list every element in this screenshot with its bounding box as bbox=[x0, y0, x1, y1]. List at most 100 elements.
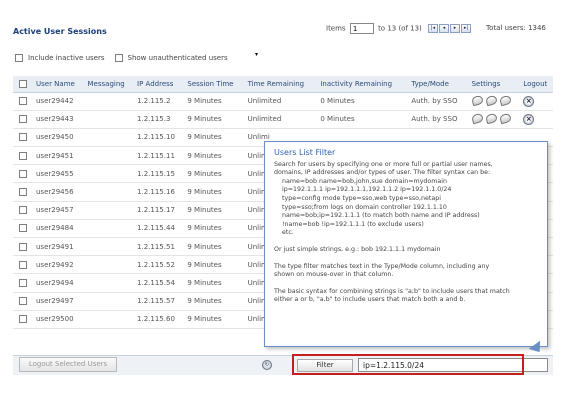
page-title: Active User Sessions bbox=[13, 27, 107, 36]
tooltip-example: ip=192.1.1.1 ip=192.1.1.1,192.1.1.2 ip=1… bbox=[282, 186, 452, 194]
dropdown-arrow-icon: ▾ bbox=[255, 51, 259, 58]
logout-selected-button[interactable]: Logout Selected Users bbox=[19, 357, 117, 372]
ip-address-cell: 1.2.115.3 bbox=[133, 110, 184, 129]
row-select-cell bbox=[13, 201, 32, 220]
include-inactive-label: Include inactive users bbox=[28, 54, 105, 62]
logout-user-icon[interactable]: × bbox=[523, 113, 535, 125]
messaging-cell bbox=[83, 201, 134, 220]
ip-address-cell: 1.2.115.52 bbox=[133, 255, 184, 275]
col-time-remaining[interactable]: Time Remaining bbox=[243, 76, 317, 93]
col-type-mode[interactable]: Type/Mode bbox=[407, 76, 468, 93]
row-checkbox[interactable] bbox=[19, 278, 27, 287]
row-checkbox[interactable] bbox=[19, 242, 27, 251]
table-header: User Name Messaging IP Address Session T… bbox=[13, 76, 553, 93]
users-list-filter-tooltip: Users List Filter Search for users by sp… bbox=[264, 141, 548, 347]
col-messaging[interactable]: Messaging bbox=[83, 76, 134, 93]
row-select-cell bbox=[13, 110, 32, 129]
messaging-cell bbox=[83, 219, 134, 239]
highlight-box bbox=[292, 354, 524, 375]
time-remaining-cell: Unlimited bbox=[243, 92, 317, 111]
logout-cell: × bbox=[519, 110, 553, 129]
session-time-cell: 9 Minutes bbox=[183, 292, 244, 311]
col-settings: Settings bbox=[467, 76, 520, 93]
session-time-cell: 9 Minutes bbox=[183, 219, 244, 239]
user-name-cell: user29451 bbox=[32, 146, 84, 166]
tooltip-title: Users List Filter bbox=[274, 148, 336, 157]
message-settings-icon[interactable] bbox=[470, 94, 484, 106]
inactivity-remaining-cell: 0 Minutes bbox=[316, 110, 408, 129]
row-select-cell bbox=[13, 255, 32, 275]
row-checkbox[interactable] bbox=[19, 224, 27, 233]
ip-address-cell: 1.2.115.15 bbox=[133, 164, 184, 184]
settings-icons bbox=[470, 112, 512, 125]
ip-address-cell: 1.2.115.17 bbox=[133, 201, 184, 220]
ip-address-cell: 1.2.115.16 bbox=[133, 182, 184, 202]
row-select-cell bbox=[13, 182, 32, 202]
messaging-cell bbox=[83, 292, 134, 311]
show-unauth-label: Show unauthenticated users bbox=[127, 54, 228, 62]
select-all-cell bbox=[13, 76, 32, 93]
settings-cell bbox=[467, 92, 520, 111]
user-name-cell: user29456 bbox=[32, 182, 84, 202]
row-checkbox[interactable] bbox=[19, 133, 27, 142]
session-time-cell: 9 Minutes bbox=[183, 273, 244, 293]
tooltip-example: etc. bbox=[282, 229, 294, 237]
ip-address-cell: 1.2.115.44 bbox=[133, 219, 184, 239]
logout-user-icon[interactable]: × bbox=[523, 95, 535, 107]
messaging-cell bbox=[83, 310, 134, 329]
tooltip-line: domains, IP addresses and/or types of us… bbox=[274, 169, 491, 177]
col-logout: Logout bbox=[519, 76, 553, 93]
row-checkbox[interactable] bbox=[19, 206, 27, 215]
user-name-cell: user29497 bbox=[32, 292, 84, 311]
row-select-cell bbox=[13, 237, 32, 257]
row-checkbox[interactable] bbox=[19, 169, 27, 178]
session-time-cell: 9 Minutes bbox=[183, 255, 244, 275]
row-select-cell bbox=[13, 273, 32, 293]
prev-page-icon[interactable]: ◂ bbox=[439, 24, 450, 33]
col-ip-address[interactable]: IP Address bbox=[133, 76, 184, 93]
messaging-cell bbox=[83, 237, 134, 257]
last-page-icon[interactable]: ▸| bbox=[461, 24, 472, 33]
row-checkbox[interactable] bbox=[19, 297, 27, 306]
edit-settings-icon[interactable] bbox=[484, 94, 498, 106]
table-row[interactable]: user29442 1.2.115.2 9 Minutes Unlimited 0 Mi… bbox=[13, 92, 553, 111]
messaging-cell bbox=[83, 110, 134, 129]
show-unauth-checkbox[interactable] bbox=[114, 54, 123, 62]
col-session-time[interactable]: Session Time bbox=[183, 76, 244, 93]
show-unauth-option[interactable]: Show unauthenticated users bbox=[114, 54, 228, 62]
include-inactive-checkbox[interactable] bbox=[15, 54, 23, 62]
row-checkbox[interactable] bbox=[19, 315, 27, 324]
row-checkbox[interactable] bbox=[19, 115, 27, 124]
session-time-cell: 9 Minutes bbox=[183, 182, 244, 202]
message-settings-icon[interactable] bbox=[470, 112, 484, 125]
ip-address-cell: 1.2.115.2 bbox=[133, 92, 184, 111]
messaging-cell bbox=[83, 164, 134, 184]
tooltip-line: The basic syntax for combining strings i… bbox=[274, 287, 510, 295]
row-checkbox[interactable] bbox=[19, 260, 27, 269]
edit-settings-icon[interactable] bbox=[484, 112, 498, 125]
table-row[interactable]: user29443 1.2.115.3 9 Minutes Unlimited 0 Mi… bbox=[13, 110, 553, 129]
row-select-cell bbox=[13, 146, 32, 166]
user-name-cell: user29443 bbox=[32, 110, 84, 129]
tooltip-line: either a or b, "a,b" to include users th… bbox=[274, 296, 466, 304]
first-page-icon[interactable]: |◂ bbox=[428, 24, 439, 33]
col-user-name[interactable]: User Name bbox=[32, 76, 84, 93]
user-settings-icon[interactable] bbox=[498, 112, 512, 125]
time-remaining-cell: Unlimited bbox=[243, 110, 317, 129]
items-start-input[interactable] bbox=[349, 23, 374, 34]
next-page-icon[interactable]: ▸ bbox=[450, 24, 461, 33]
select-all-checkbox[interactable] bbox=[19, 79, 27, 88]
messaging-cell bbox=[83, 92, 134, 111]
user-name-cell: user29455 bbox=[32, 164, 84, 184]
include-inactive-option[interactable]: Include inactive users bbox=[15, 54, 105, 62]
row-checkbox[interactable] bbox=[19, 188, 27, 197]
row-checkbox[interactable] bbox=[19, 97, 27, 106]
settings-cell bbox=[467, 110, 520, 129]
row-checkbox[interactable] bbox=[19, 151, 27, 160]
refresh-icon[interactable]: ↻ bbox=[262, 360, 272, 370]
user-settings-icon[interactable] bbox=[498, 94, 512, 106]
row-select-cell bbox=[13, 128, 32, 148]
col-inactivity-remaining[interactable]: Inactivity Remaining bbox=[316, 76, 408, 93]
ip-address-cell: 1.2.115.60 bbox=[133, 310, 184, 329]
type-mode-cell: Auth. by SSO bbox=[407, 110, 468, 129]
